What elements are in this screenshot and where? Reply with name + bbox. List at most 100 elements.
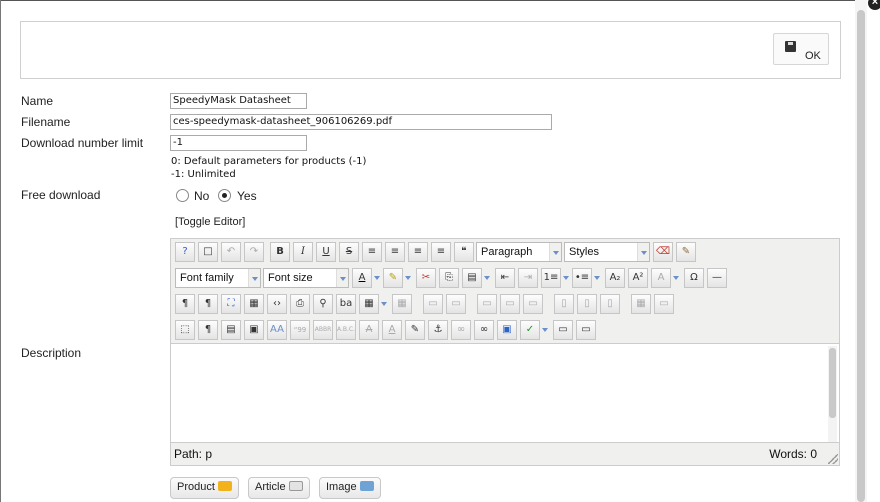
insert-image-button[interactable]: Image xyxy=(319,477,381,499)
bullet-list-dropdown-icon[interactable] xyxy=(592,268,602,288)
unlink-icon: ∞ xyxy=(451,320,471,340)
numbered-list-dropdown-icon[interactable] xyxy=(561,268,571,288)
source-code-icon[interactable]: ‹› xyxy=(267,294,287,314)
resize-grip-icon[interactable] xyxy=(828,454,838,464)
insert-table-icon[interactable]: ▦ xyxy=(359,294,379,314)
horizontal-rule-icon[interactable]: — xyxy=(707,268,727,288)
editor-scrollbar[interactable] xyxy=(828,346,837,442)
bold-icon[interactable]: B xyxy=(270,242,290,262)
chevron-down-icon xyxy=(336,269,348,287)
insert-layer-icon[interactable]: ▣ xyxy=(244,320,264,340)
page-scrollbar[interactable] xyxy=(855,0,867,502)
free-download-yes-radio[interactable] xyxy=(218,189,231,202)
page-break-icon[interactable]: ▭ xyxy=(553,320,573,340)
deletion-icon: A xyxy=(359,320,379,340)
align-left-icon[interactable]: ≡ xyxy=(408,242,428,262)
download-limit-hint-default: 0: Default parameters for products (-1) xyxy=(171,156,367,167)
insert-article-label: Article xyxy=(255,481,286,493)
help-icon[interactable]: ? xyxy=(175,242,195,262)
rich-text-editor: ? □ ↶ ↷ B I U S ≡ ≡ ≡ ≡ ❝ Paragraph Styl… xyxy=(170,238,840,466)
insert-column-before-icon: ▯ xyxy=(554,294,574,314)
undo-icon[interactable]: ↶ xyxy=(221,242,241,262)
chevron-down-icon xyxy=(248,269,260,287)
highlight-color-icon[interactable]: ✎ xyxy=(383,268,403,288)
insert-table-dropdown-icon[interactable] xyxy=(379,294,389,314)
insert-row-after-icon: ▭ xyxy=(500,294,520,314)
toggle-editor-link[interactable]: [Toggle Editor] xyxy=(175,216,245,228)
download-limit-input[interactable]: -1 xyxy=(170,135,307,151)
align-right-icon[interactable]: ≡ xyxy=(431,242,451,262)
top-toolbar xyxy=(20,21,841,79)
blockquote-icon[interactable]: ❝ xyxy=(454,242,474,262)
page-scrollbar-thumb[interactable] xyxy=(857,10,865,502)
preview-icon[interactable]: ▦ xyxy=(244,294,264,314)
print-icon[interactable]: ⎙ xyxy=(290,294,310,314)
name-label: Name xyxy=(21,94,54,108)
anchor-icon[interactable]: ⚓ xyxy=(428,320,448,340)
rtl-direction-icon[interactable]: ¶ xyxy=(198,294,218,314)
text-color-icon[interactable]: A xyxy=(352,268,372,288)
format-select[interactable]: Paragraph xyxy=(476,242,562,262)
numbered-list-icon[interactable]: 1≡ xyxy=(541,268,561,288)
editor-scrollbar-thumb[interactable] xyxy=(829,348,836,418)
abbreviation-icon: ABBR xyxy=(313,320,333,340)
font-color-disabled-icon: A xyxy=(651,268,671,288)
close-icon[interactable]: × xyxy=(866,0,880,12)
ok-button[interactable]: OK xyxy=(773,33,829,65)
editor-content-area[interactable] xyxy=(171,343,839,443)
new-document-icon[interactable]: □ xyxy=(198,242,218,262)
link-icon[interactable]: ∞ xyxy=(474,320,494,340)
search-icon[interactable]: ⚲ xyxy=(313,294,333,314)
font-size-select[interactable]: Font size xyxy=(263,268,349,288)
window-top-border xyxy=(0,0,880,1)
spellcheck-dropdown-icon[interactable] xyxy=(540,320,550,340)
superscript-icon[interactable]: A² xyxy=(628,268,648,288)
show-blocks-icon[interactable]: ¶ xyxy=(198,320,218,340)
free-download-no-radio[interactable] xyxy=(176,189,189,202)
readmore-icon[interactable]: ▭ xyxy=(576,320,596,340)
name-input[interactable]: SpeedyMask Datasheet xyxy=(170,93,307,109)
attributes-icon[interactable]: ✎ xyxy=(405,320,425,340)
visual-aid-icon[interactable]: ⬚ xyxy=(175,320,195,340)
insert-article-button[interactable]: Article xyxy=(248,477,310,499)
align-center-icon[interactable]: ≡ xyxy=(385,242,405,262)
quote-cite-icon: “99 xyxy=(290,320,310,340)
font-family-select[interactable]: Font family xyxy=(175,268,261,288)
insert-image-icon[interactable]: ▣ xyxy=(497,320,517,340)
copy-icon[interactable]: ⎘ xyxy=(439,268,459,288)
italic-icon[interactable]: I xyxy=(293,242,313,262)
special-character-icon[interactable]: Ω xyxy=(684,268,704,288)
filename-label: Filename xyxy=(21,115,71,129)
outdent-icon[interactable]: ⇤ xyxy=(495,268,515,288)
underline-icon[interactable]: U xyxy=(316,242,336,262)
cleanup-broom-icon[interactable]: ✎ xyxy=(676,242,696,262)
redo-icon[interactable]: ↷ xyxy=(244,242,264,262)
delete-table-icon: ▦ xyxy=(392,294,412,314)
insertion-icon: A xyxy=(382,320,402,340)
template-icon[interactable]: ▤ xyxy=(221,320,241,340)
spellcheck-icon[interactable]: ✓ xyxy=(520,320,540,340)
cut-icon[interactable]: ✂ xyxy=(416,268,436,288)
filename-input[interactable]: ces-speedymask-datasheet_906106269.pdf xyxy=(170,114,552,130)
paste-dropdown-icon[interactable] xyxy=(482,268,492,288)
delete-row-icon: ▭ xyxy=(523,294,543,314)
paste-icon[interactable]: ▤ xyxy=(462,268,482,288)
styles-props-icon[interactable]: AA xyxy=(267,320,287,340)
eraser-icon[interactable]: ⌫ xyxy=(653,242,673,262)
subscript-icon[interactable]: A₂ xyxy=(605,268,625,288)
window-left-border xyxy=(0,0,1,502)
free-download-yes-label: Yes xyxy=(237,189,257,203)
replace-icon[interactable]: ba xyxy=(336,294,356,314)
ltr-direction-icon[interactable]: ¶ xyxy=(175,294,195,314)
insert-product-button[interactable]: Product xyxy=(170,477,239,499)
styles-select-value: Styles xyxy=(569,246,599,258)
styles-select[interactable]: Styles xyxy=(564,242,650,262)
save-icon xyxy=(785,41,796,52)
bullet-list-icon[interactable]: •≡ xyxy=(572,268,592,288)
highlight-color-dropdown-icon[interactable] xyxy=(403,268,413,288)
text-color-dropdown-icon[interactable] xyxy=(372,268,382,288)
indent-icon[interactable]: ⇥ xyxy=(518,268,538,288)
strikethrough-icon[interactable]: S xyxy=(339,242,359,262)
align-justify-icon[interactable]: ≡ xyxy=(362,242,382,262)
fullscreen-icon[interactable]: ⛶ xyxy=(221,294,241,314)
